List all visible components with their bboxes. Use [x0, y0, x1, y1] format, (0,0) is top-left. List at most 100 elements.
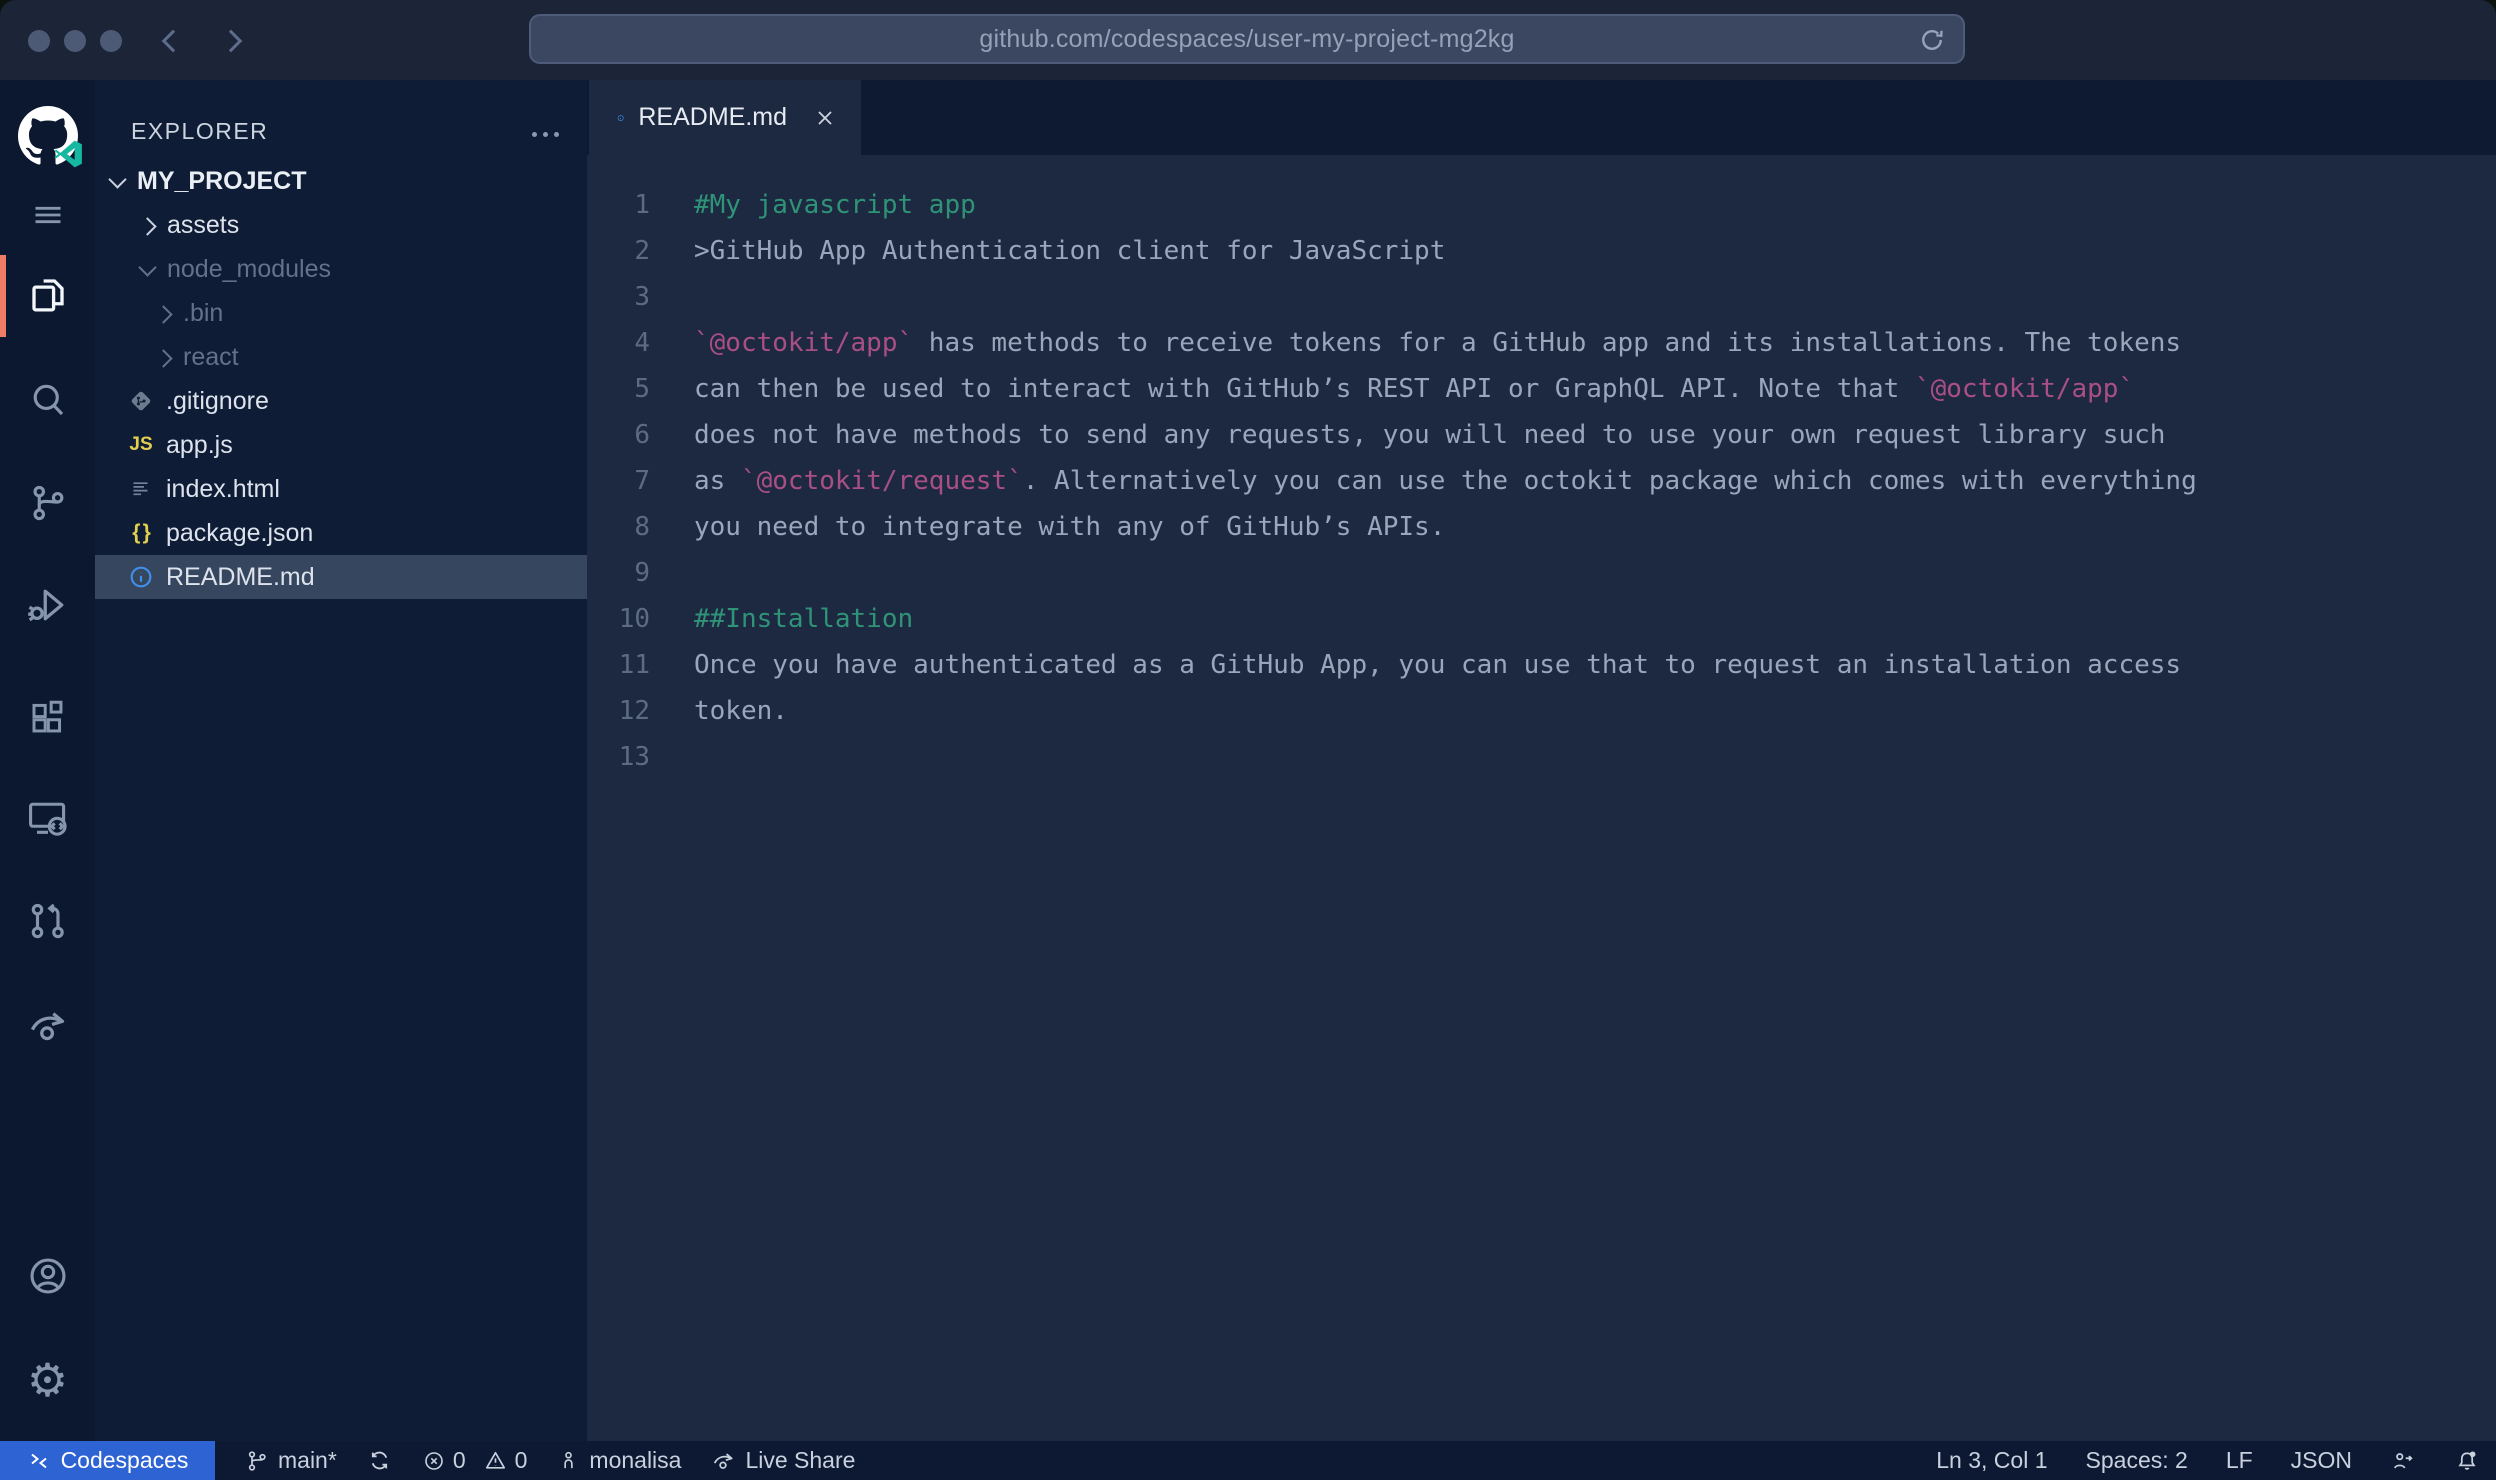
status-bar-right: Ln 3, Col 1 Spaces: 2 LF JSON	[1936, 1447, 2496, 1474]
error-count: 0	[453, 1447, 466, 1474]
notifications-button[interactable]	[2454, 1448, 2480, 1474]
line-number: 11	[587, 642, 650, 688]
github-codespaces-logo[interactable]	[0, 106, 95, 166]
git-file-icon	[128, 388, 154, 414]
html-file-icon	[128, 476, 154, 502]
browser-chrome: github.com/codespaces/user-my-project-mg…	[0, 0, 2496, 80]
chevron-right-icon	[220, 30, 243, 53]
warning-icon	[483, 1448, 508, 1473]
feedback-person-icon	[2390, 1448, 2416, 1474]
settings-gear-icon[interactable]: ⚙	[0, 1352, 95, 1408]
run-debug-icon[interactable]	[0, 577, 95, 633]
live-share-label: Live Share	[745, 1447, 855, 1474]
explorer-icon[interactable]	[0, 267, 95, 323]
window-minimize-button[interactable]	[64, 30, 86, 52]
address-bar[interactable]: github.com/codespaces/user-my-project-mg…	[529, 14, 1965, 64]
app-main: ⚙ EXPLORER MY_PROJECT assets no	[0, 80, 2496, 1441]
line-number: 6	[587, 412, 650, 458]
code-line: 10 ##Installation	[587, 596, 2496, 642]
menu-icon[interactable]	[0, 187, 95, 243]
window-maximize-button[interactable]	[100, 30, 122, 52]
live-share-button[interactable]: Live Share	[711, 1447, 855, 1474]
editor-content[interactable]: 1#My javascript app 2>GitHub App Authent…	[587, 155, 2496, 1441]
window-controls[interactable]	[28, 30, 122, 52]
chevron-right-icon	[153, 346, 175, 368]
code-line: 1#My javascript app	[587, 182, 2496, 228]
pull-requests-icon[interactable]	[0, 893, 95, 949]
line-number: 5	[587, 366, 650, 412]
remote-brackets-icon	[27, 1449, 51, 1473]
branch-icon	[245, 1449, 269, 1473]
vscode-logo-icon	[52, 138, 84, 170]
chevron-left-icon	[162, 30, 185, 53]
more-actions-icon[interactable]	[530, 124, 561, 145]
tree-label: index.html	[166, 475, 280, 504]
tree-label: package.json	[166, 519, 313, 548]
user-indicator[interactable]: monalisa	[557, 1447, 681, 1474]
tree-label: node_modules	[167, 255, 331, 284]
code-line: 9	[587, 550, 2496, 596]
search-icon[interactable]	[0, 372, 95, 428]
browser-back-button[interactable]	[152, 24, 186, 58]
tree-label: MY_PROJECT	[137, 167, 306, 196]
code-text: #My javascript app	[694, 190, 976, 220]
code-text: ##Installation	[694, 604, 913, 634]
tab-close-icon[interactable]	[813, 106, 837, 130]
sync-button[interactable]	[367, 1448, 392, 1473]
tree-root-my-project[interactable]: MY_PROJECT	[95, 159, 587, 203]
remote-explorer-icon[interactable]	[0, 790, 95, 846]
chevron-right-icon	[153, 302, 175, 324]
tree-label: README.md	[166, 563, 315, 592]
warning-count: 0	[515, 1447, 528, 1474]
line-number: 10	[587, 596, 650, 642]
tree-file-readme-md[interactable]: README.md	[95, 555, 587, 599]
line-number: 3	[587, 274, 650, 320]
live-share-icon	[711, 1448, 736, 1473]
problems-indicator[interactable]: 0 0	[422, 1447, 528, 1474]
source-control-icon[interactable]	[0, 475, 95, 531]
cursor-position[interactable]: Ln 3, Col 1	[1936, 1447, 2047, 1474]
code-text: does not have methods to send any reques…	[694, 420, 2165, 450]
code-text: `@octokit/app`	[694, 328, 913, 358]
eol-indicator[interactable]: LF	[2226, 1447, 2253, 1474]
browser-forward-button[interactable]	[218, 24, 252, 58]
account-icon[interactable]	[0, 1248, 95, 1304]
tree-file-index-html[interactable]: index.html	[95, 467, 587, 511]
indentation-indicator[interactable]: Spaces: 2	[2086, 1447, 2188, 1474]
branch-indicator[interactable]: main*	[245, 1447, 337, 1474]
tree-file-app-js[interactable]: JS app.js	[95, 423, 587, 467]
tab-bar: README.md	[587, 80, 2496, 155]
tree-folder-assets[interactable]: assets	[95, 203, 587, 247]
codespaces-remote-button[interactable]: Codespaces	[0, 1441, 215, 1480]
code-line: 13	[587, 734, 2496, 780]
window-close-button[interactable]	[28, 30, 50, 52]
code-line: 6 does not have methods to send any reque…	[587, 412, 2496, 458]
reload-icon[interactable]	[1917, 25, 1947, 55]
sidebar-title: EXPLORER	[131, 118, 268, 145]
tree-label: react	[183, 343, 239, 372]
tree-folder-node-modules[interactable]: node_modules	[95, 247, 587, 291]
tree-label: app.js	[166, 431, 233, 460]
extensions-icon[interactable]	[0, 690, 95, 746]
tab-readme-md[interactable]: README.md	[589, 80, 861, 155]
code-text: Once you have authenticated as a GitHub …	[694, 650, 2181, 680]
tree-folder-bin[interactable]: .bin	[95, 291, 587, 335]
editor-group: README.md 1#My javascript app 2>GitHub A…	[587, 80, 2496, 1441]
code-text: `@octokit/app`	[1915, 374, 2134, 404]
javascript-file-icon: JS	[128, 432, 154, 458]
tree-file-package-json[interactable]: { } package.json	[95, 511, 587, 555]
live-share-icon[interactable]	[0, 997, 95, 1053]
code-text: . Alternatively you can use the octokit …	[1023, 466, 2197, 496]
person-icon	[557, 1449, 580, 1472]
tree-file-gitignore[interactable]: .gitignore	[95, 379, 587, 423]
tab-label: README.md	[638, 103, 787, 132]
code-line: 4`@octokit/app` has methods to receive t…	[587, 320, 2496, 366]
feedback-button[interactable]	[2390, 1448, 2416, 1474]
browser-window: github.com/codespaces/user-my-project-mg…	[0, 0, 2496, 1480]
language-mode[interactable]: JSON	[2291, 1447, 2352, 1474]
tree-folder-react[interactable]: react	[95, 335, 587, 379]
line-number: 8	[587, 504, 650, 550]
code-text: >GitHub App Authentication client for Ja…	[694, 236, 1445, 266]
file-tree: MY_PROJECT assets node_modules .bin reac…	[95, 159, 587, 599]
info-file-icon	[128, 564, 154, 590]
